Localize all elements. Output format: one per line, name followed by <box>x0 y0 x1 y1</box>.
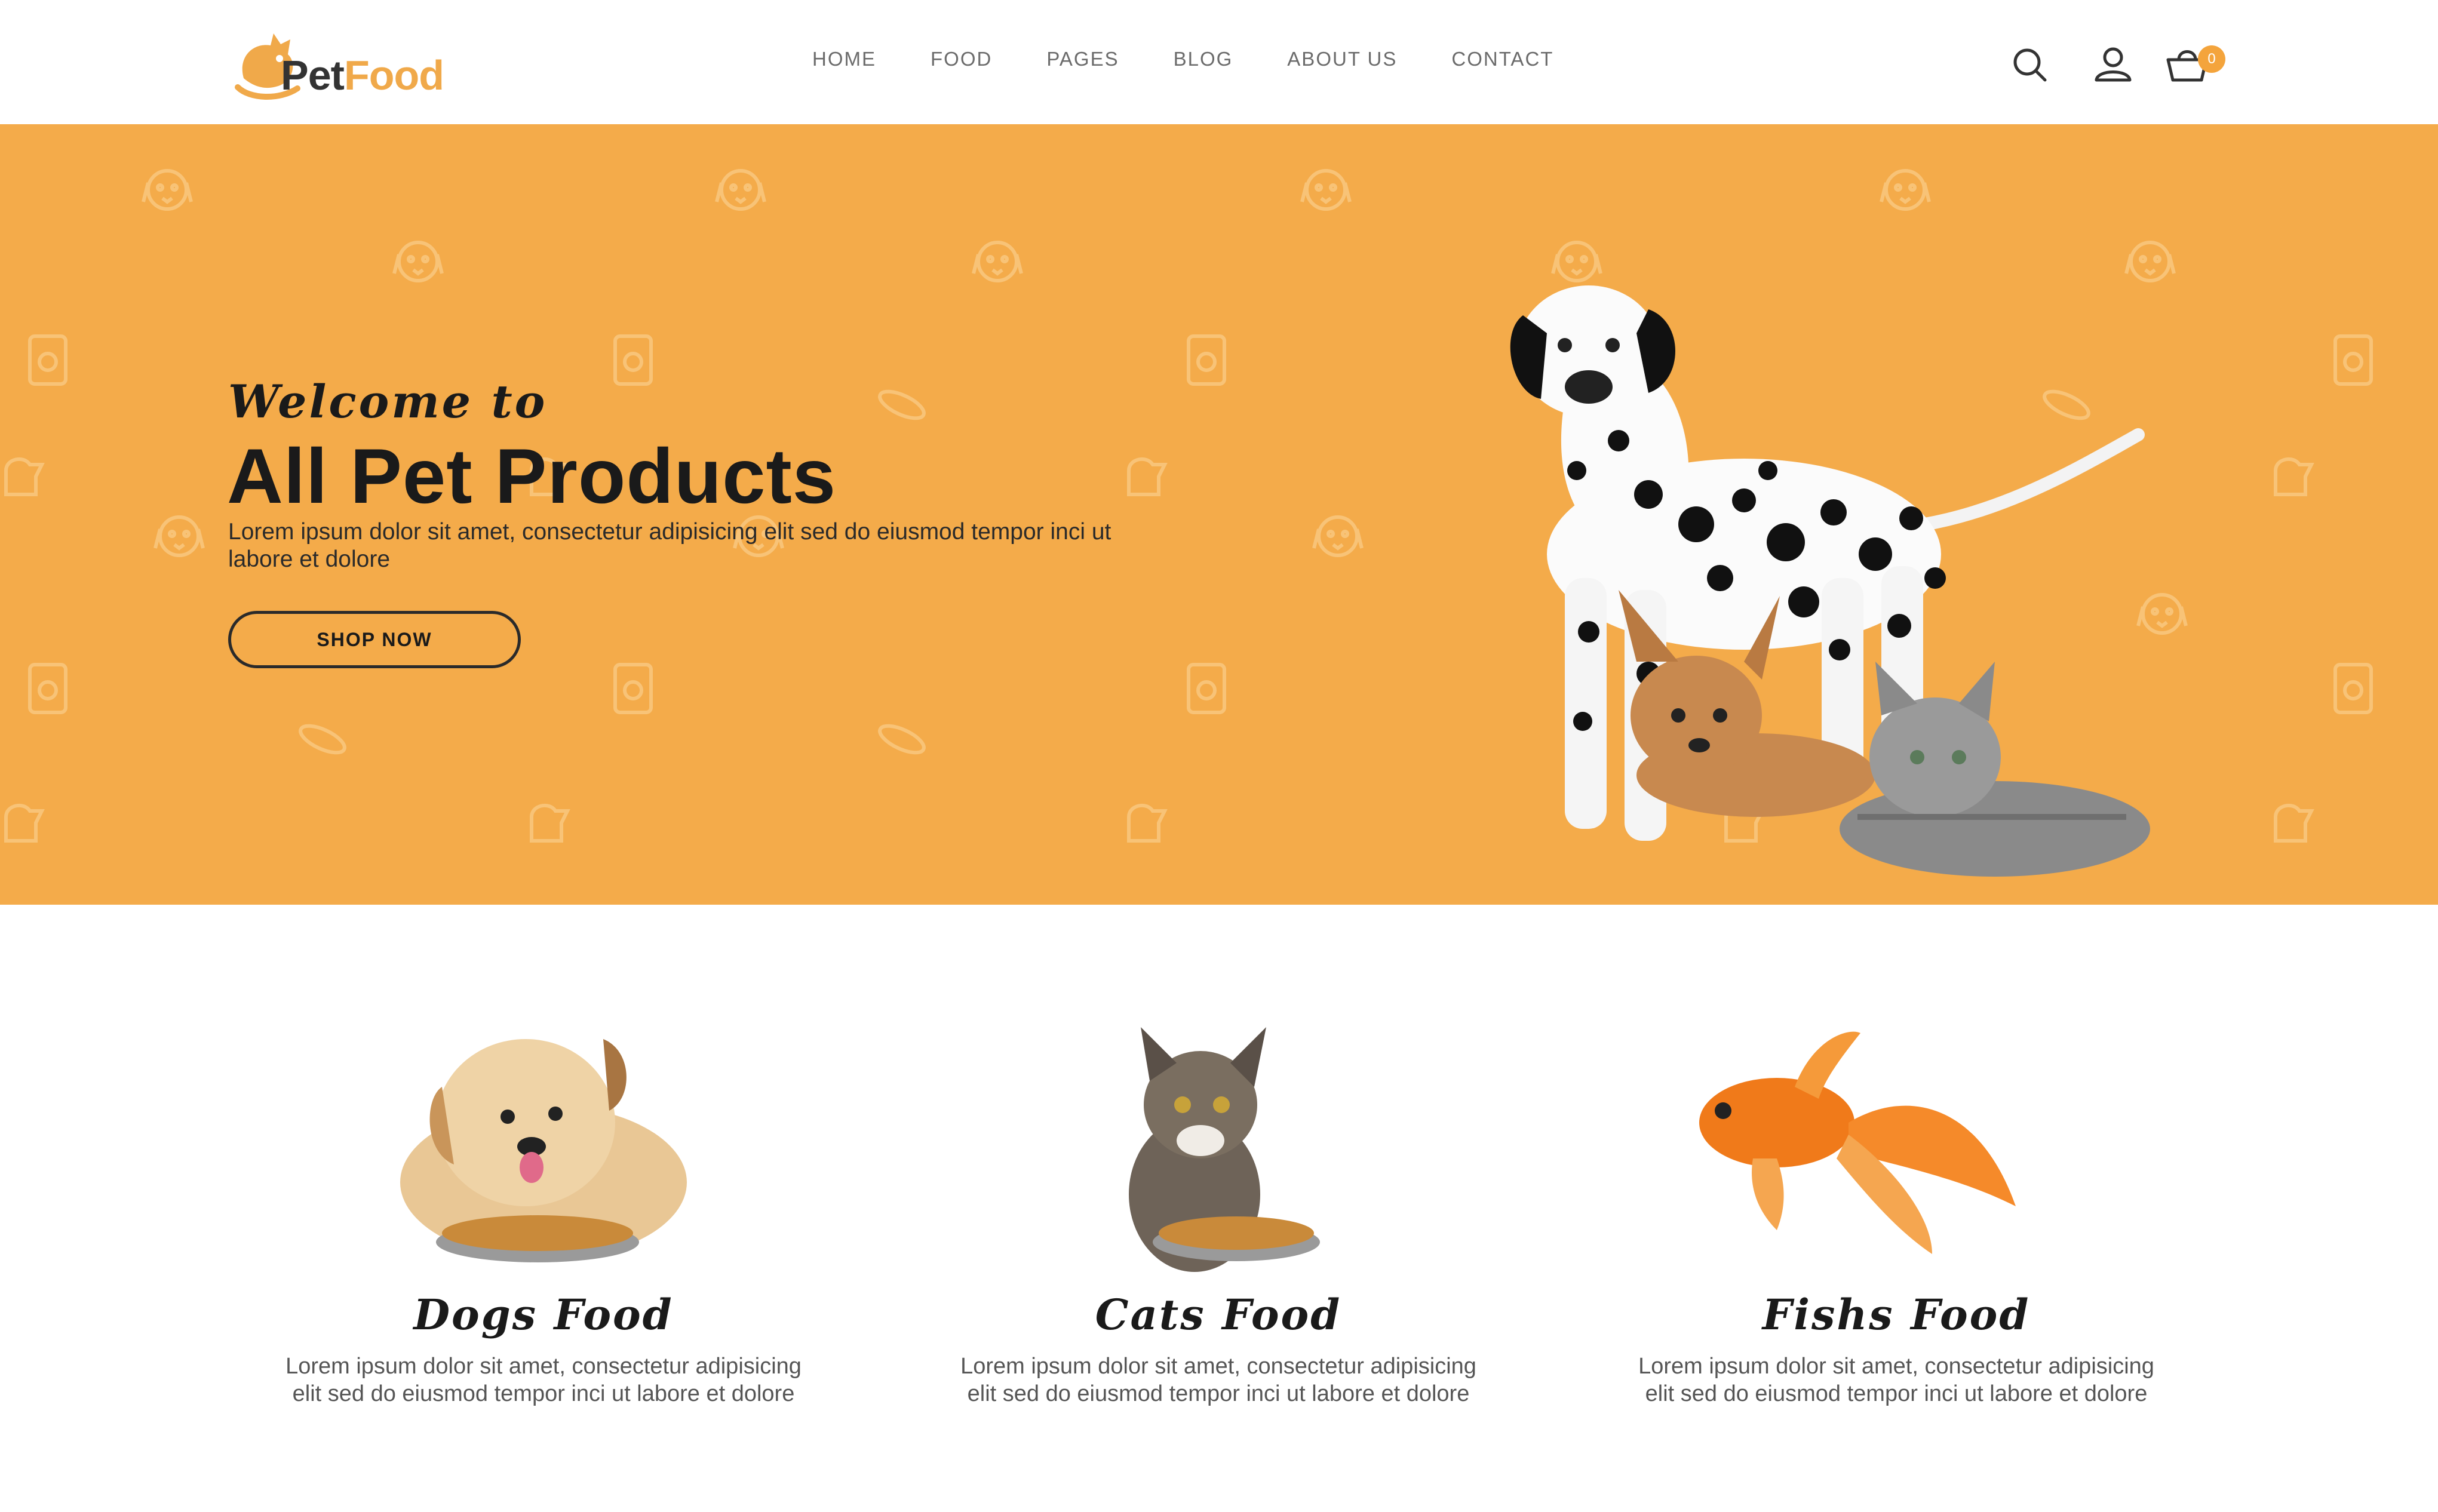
brand-logo[interactable]: PetFood <box>226 21 501 105</box>
hero-title: All Pet Products <box>227 432 837 520</box>
dog-cat-group-image <box>1510 285 2150 877</box>
logo-text-food: Food <box>343 52 444 99</box>
category-title-fishes: Fishs Food <box>1762 1290 2031 1339</box>
category-title-cats: Cats Food <box>1095 1290 1342 1339</box>
logo-text: PetFood <box>281 51 444 99</box>
category-card-dogs[interactable]: Dogs Food Lorem ipsum dolor sit amet, co… <box>245 1015 842 1469</box>
nav-contact[interactable]: CONTACT <box>1451 48 1553 78</box>
shop-now-button[interactable]: SHOP NOW <box>228 611 521 668</box>
logo-text-pet: Pet <box>281 52 345 99</box>
nav-food[interactable]: FOOD <box>931 48 992 78</box>
search-icon[interactable] <box>2007 43 2055 85</box>
goldfish-image <box>1699 1031 2016 1254</box>
nav-about-us[interactable]: ABOUT US <box>1287 48 1397 78</box>
dog-with-food-bowl-image <box>400 1039 687 1262</box>
site-header: PetFood HOME FOOD PAGES BLOG ABOUT US CO… <box>0 0 2438 124</box>
category-title-dogs: Dogs Food <box>413 1290 674 1339</box>
nav-blog[interactable]: BLOG <box>1174 48 1233 78</box>
user-icon[interactable] <box>2089 43 2137 85</box>
nav-home[interactable]: HOME <box>812 48 876 78</box>
category-desc-fishes: Lorem ipsum dolor sit amet, consectetur … <box>1638 1354 2154 1406</box>
hero-welcome-text: Welcome to <box>228 375 548 428</box>
main-nav: HOME FOOD PAGES BLOG ABOUT US CONTACT <box>812 48 1553 78</box>
nav-pages[interactable]: PAGES <box>1046 48 1119 78</box>
category-desc-dogs: Lorem ipsum dolor sit amet, consectetur … <box>285 1354 802 1406</box>
category-desc-cats: Lorem ipsum dolor sit amet, consectetur … <box>960 1354 1476 1406</box>
category-card-fishes[interactable]: Fishs Food Lorem ipsum dolor sit amet, c… <box>1598 1015 2195 1469</box>
kitten-with-food-bowl-image <box>1129 1027 1320 1272</box>
hero-description: Lorem ipsum dolor sit amet, consectetur … <box>228 519 1111 572</box>
category-card-cats[interactable]: Cats Food Lorem ipsum dolor sit amet, co… <box>920 1015 1517 1469</box>
cart-count-badge: 0 <box>2198 45 2225 73</box>
hero-banner: Welcome to All Pet Products Lorem ipsum … <box>0 124 2438 905</box>
